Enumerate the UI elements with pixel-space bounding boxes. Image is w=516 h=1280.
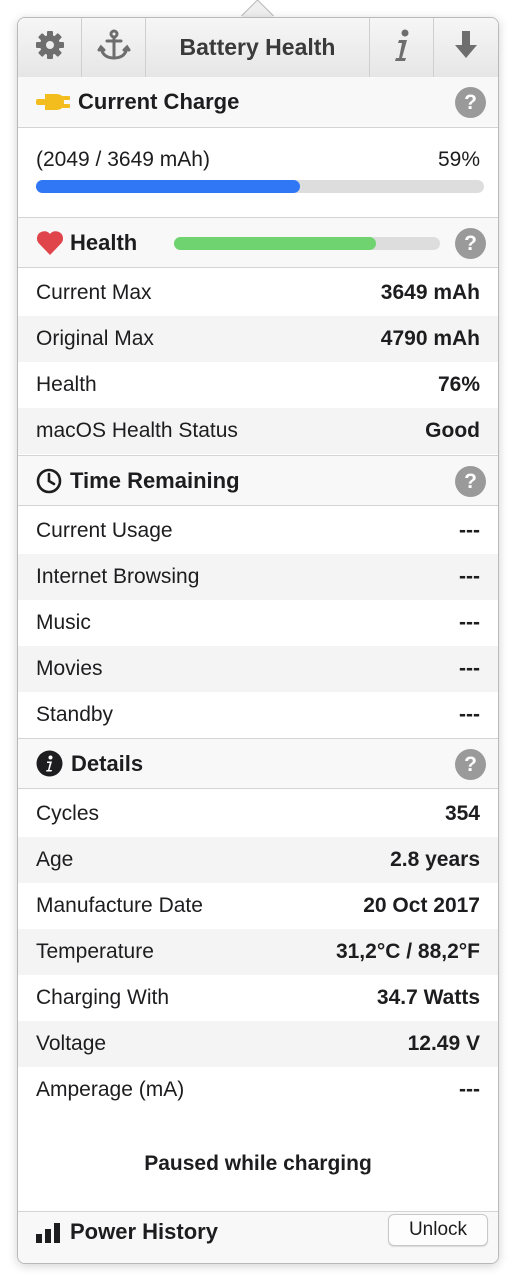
row-label: Current Usage — [36, 519, 173, 542]
charge-capacity: (2049 / 3649 mAh) — [36, 148, 210, 171]
details-row: Amperage (mA) --- — [18, 1067, 498, 1113]
settings-button[interactable] — [18, 18, 82, 77]
health-help-button[interactable]: ? — [455, 228, 486, 259]
health-header: Health ? — [18, 217, 498, 268]
row-value: 31,2°C / 88,2°F — [335, 940, 480, 963]
battery-health-popover: Battery Health Current Charge ? (2049 / … — [17, 17, 499, 1264]
time-remaining-header: Time Remaining ? — [18, 455, 498, 506]
row-value: --- — [459, 1078, 480, 1101]
row-label: Standby — [36, 703, 114, 726]
health-progress-bar — [174, 237, 440, 250]
row-value: --- — [459, 565, 480, 588]
status-message: Paused while charging — [144, 1152, 372, 1175]
details-row: Temperature 31,2°C / 88,2°F — [18, 929, 498, 975]
row-label: Internet Browsing — [36, 565, 200, 588]
time-row: Music --- — [18, 600, 498, 646]
details-title: Details — [71, 750, 144, 776]
charge-progress-bar — [36, 180, 484, 193]
row-label: Age — [36, 848, 74, 871]
info-button[interactable] — [370, 18, 434, 77]
details-row: Voltage 12.49 V — [18, 1021, 498, 1067]
unlock-button[interactable]: Unlock — [388, 1214, 488, 1246]
row-value: 354 — [444, 802, 480, 825]
time-row: Standby --- — [18, 692, 498, 738]
anchor-button[interactable] — [82, 18, 146, 77]
toolbar-title: Battery Health — [146, 18, 370, 77]
current-charge-header: Current Charge ? — [18, 77, 498, 128]
row-label: Amperage (mA) — [36, 1078, 185, 1101]
row-label: Cycles — [36, 802, 100, 825]
row-label: macOS Health Status — [36, 419, 238, 442]
anchor-icon — [97, 28, 131, 67]
health-row: Health 76% — [18, 362, 498, 408]
footer: Power History Unlock — [18, 1211, 498, 1263]
charge-percent: 59% — [437, 148, 480, 171]
row-value: Good — [425, 419, 480, 442]
details-help-button[interactable]: ? — [455, 749, 486, 780]
power-history-title: Power History — [70, 1219, 218, 1244]
clock-icon — [36, 468, 62, 494]
row-label: Charging With — [36, 986, 170, 1009]
details-row: Age 2.8 years — [18, 837, 498, 883]
row-label: Movies — [36, 657, 103, 680]
details-row: Manufacture Date 20 Oct 2017 — [18, 883, 498, 929]
health-row: Current Max 3649 mAh — [18, 270, 498, 316]
gear-icon — [34, 29, 66, 66]
power-history-link[interactable]: Power History — [18, 1212, 218, 1252]
health-row: macOS Health Status Good — [18, 408, 498, 454]
details-row: Charging With 34.7 Watts — [18, 975, 498, 1021]
row-label: Current Max — [36, 281, 152, 304]
bar-chart-icon — [36, 1221, 62, 1243]
row-value: --- — [459, 611, 480, 634]
row-label: Temperature — [36, 940, 154, 963]
time-remaining-help-button[interactable]: ? — [455, 466, 486, 497]
details-header: Details ? — [18, 738, 498, 789]
info-icon — [390, 28, 414, 67]
details-row: Cycles 354 — [18, 791, 498, 837]
time-row: Current Usage --- — [18, 508, 498, 554]
charge-progress-fill — [36, 180, 301, 193]
row-value: 4790 mAh — [380, 327, 480, 350]
time-row: Internet Browsing --- — [18, 554, 498, 600]
plug-icon — [36, 90, 70, 114]
toolbar: Battery Health — [18, 18, 498, 78]
row-label: Manufacture Date — [36, 894, 203, 917]
health-row: Original Max 4790 mAh — [18, 316, 498, 362]
download-button[interactable] — [434, 18, 498, 77]
row-value: 76% — [437, 373, 480, 396]
info-circle-icon — [36, 750, 63, 777]
row-value: 3649 mAh — [380, 281, 480, 304]
row-value: 20 Oct 2017 — [363, 894, 480, 917]
row-value: --- — [459, 657, 480, 680]
time-remaining-title: Time Remaining — [70, 467, 240, 493]
row-value: --- — [459, 519, 480, 542]
row-label: Health — [36, 373, 97, 396]
row-value: --- — [459, 703, 480, 726]
heart-icon — [36, 230, 64, 256]
row-label: Music — [36, 611, 91, 634]
health-title: Health — [70, 229, 138, 255]
row-label: Original Max — [36, 327, 154, 350]
row-label: Voltage — [36, 1032, 107, 1055]
current-charge-title: Current Charge — [78, 89, 240, 114]
row-value: 2.8 years — [390, 848, 480, 871]
row-value: 34.7 Watts — [376, 986, 480, 1009]
health-progress-fill — [174, 237, 377, 250]
row-value: 12.49 V — [407, 1032, 480, 1055]
time-row: Movies --- — [18, 646, 498, 692]
current-charge-help-button[interactable]: ? — [455, 87, 486, 118]
download-arrow-icon — [453, 29, 479, 66]
